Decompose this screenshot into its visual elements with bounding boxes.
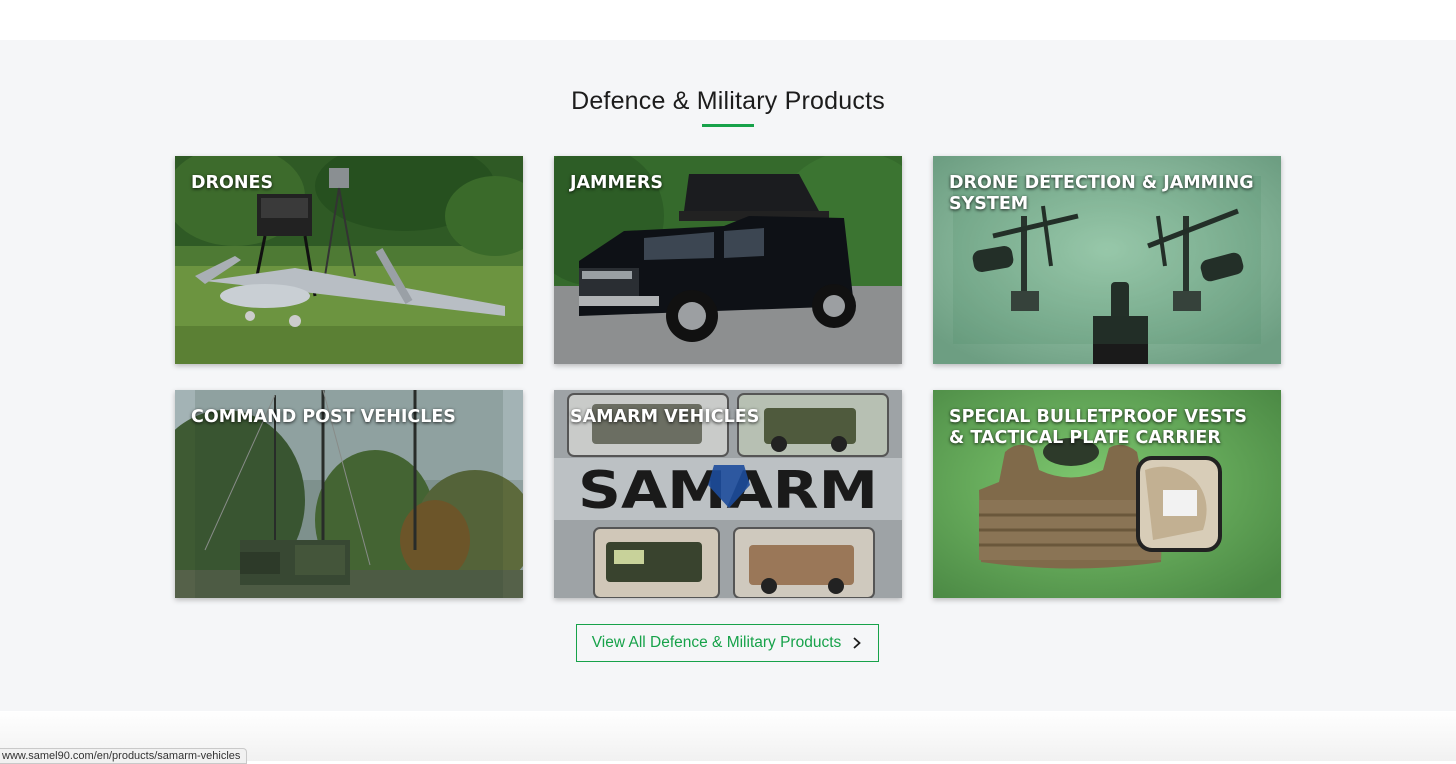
card-label: SAMARM VEHICLES bbox=[570, 407, 760, 427]
product-card-drone-detection[interactable]: DRONE DETECTION & JAMMING SYSTEM bbox=[933, 156, 1281, 364]
product-card-command-post-vehicles[interactable]: COMMAND POST VEHICLES bbox=[175, 390, 523, 598]
product-card-bulletproof-vests[interactable]: SPECIAL BULLETPROOF VESTS & TACTICAL PLA… bbox=[933, 390, 1281, 598]
card-label: COMMAND POST VEHICLES bbox=[191, 407, 456, 427]
status-bar-url: www.samel90.com/en/products/samarm-vehic… bbox=[0, 748, 248, 764]
product-card-jammers[interactable]: JAMMERS bbox=[554, 156, 902, 364]
title-underline bbox=[702, 124, 754, 127]
product-card-samarm-vehicles[interactable]: SAMARM SAMARM VEHICLES bbox=[554, 390, 902, 598]
card-label: DRONES bbox=[191, 173, 274, 193]
view-all-label: View All Defence & Military Products bbox=[591, 634, 842, 651]
card-label: SPECIAL BULLETPROOF VESTS & TACTICAL PLA… bbox=[949, 407, 1248, 448]
section-title: Defence & Military Products bbox=[571, 87, 885, 115]
card-label: DRONE DETECTION & JAMMING SYSTEM bbox=[949, 173, 1254, 214]
page-top-strip bbox=[0, 0, 1456, 40]
view-all-defence-products-button[interactable]: View All Defence & Military Products bbox=[576, 624, 879, 662]
card-label: JAMMERS bbox=[570, 173, 663, 193]
product-card-drones[interactable]: DRONES bbox=[175, 156, 523, 364]
defence-products-section: Defence & Military Products DRONES JAMME… bbox=[0, 40, 1456, 711]
chevron-right-icon bbox=[853, 637, 862, 649]
